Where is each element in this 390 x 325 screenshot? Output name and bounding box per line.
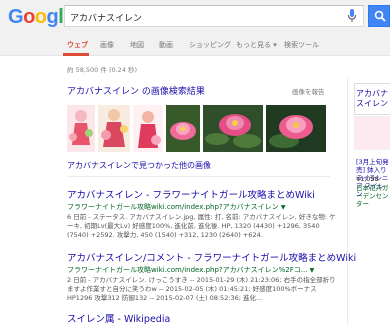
result-url: フラワーナイトガール攻略wiki.com/index.php?アカバナスイレン … — [67, 202, 342, 213]
result-url-text: フラワーナイトガール攻略wiki.com/index.php?アカバナスイレン — [67, 203, 279, 211]
knowledge-panel: アカバナスイレン [3月上旬発売] 鉢入り ライラシニア スイレン ¥1,058… — [347, 78, 390, 325]
section-divider — [67, 176, 330, 177]
result-stats: 約 58,500 件 (0.24 秒) — [67, 66, 138, 74]
tab-search-tools[interactable]: 検索ツール — [284, 40, 319, 50]
caret-down-icon[interactable]: ▼ — [310, 267, 315, 274]
search-button[interactable] — [368, 5, 390, 27]
caret-down-icon[interactable]: ▼ — [281, 204, 286, 211]
image-thumbnail[interactable] — [203, 105, 263, 152]
tab-more[interactable]: もっと見る ▾ — [236, 40, 277, 50]
result-title-link[interactable]: アカバナスイレン/コメント - フラワーナイトガール攻略まとめWiki — [67, 253, 356, 265]
knowledge-panel-title[interactable]: アカバナスイレン — [356, 89, 390, 109]
tab-shopping[interactable]: ショッピング — [189, 40, 231, 50]
search-result: スイレン属 - Wikipedia — [67, 314, 342, 325]
result-snippet: 6 日前 - ステータス. アカバナスイレン.jpg, 属性: 打, 名前: ア… — [67, 213, 336, 239]
result-url: フラワーナイトガール攻略wiki.com/index.php?アカバナスイレン%… — [67, 265, 342, 276]
search-input[interactable] — [65, 7, 335, 28]
result-url-text: フラワーナイトガール攻略wiki.com/index.php?アカバナスイレン%… — [67, 266, 308, 274]
active-tab-indicator — [63, 53, 89, 56]
microphone-icon[interactable] — [347, 9, 357, 23]
search-box — [64, 5, 364, 28]
result-snippet: 2 日前 - アカバナスイレン. けっこうすき -- 2015-01-29 (木… — [67, 276, 336, 302]
result-title-link[interactable]: スイレン属 - Wikipedia — [67, 314, 342, 325]
image-thumbnail[interactable] — [133, 105, 163, 152]
image-thumbnail[interactable] — [266, 105, 326, 152]
search-tabs: ウェブ 画像 地図 動画 ショッピング もっと見る ▾ 検索ツール — [0, 36, 390, 56]
product-image[interactable] — [354, 116, 390, 150]
more-images-link[interactable]: アカバナスイレンで見つかった他の画像 — [67, 160, 211, 171]
tab-web[interactable]: ウェブ — [67, 40, 88, 50]
search-result: アカバナスイレン - フラワーナイトガール攻略まとめWiki フラワーナイトガー… — [67, 190, 342, 240]
image-thumbnail[interactable] — [166, 105, 200, 152]
image-thumbnail[interactable] — [67, 105, 95, 152]
header-bar: Google ウェブ 画像 地図 動画 ショッピング もっと見る ▾ 検索ツール — [0, 0, 390, 56]
product-store: 日本花卉ガーデンセンター — [356, 184, 389, 208]
report-images-link[interactable]: 画像を報告 — [292, 86, 325, 96]
search-result: アカバナスイレン/コメント - フラワーナイトガール攻略まとめWiki フラワー… — [67, 253, 356, 303]
result-title-link[interactable]: アカバナスイレン - フラワーナイトガール攻略まとめWiki — [67, 190, 342, 202]
tab-videos[interactable]: 動画 — [159, 40, 173, 50]
image-results-heading[interactable]: アカバナスイレン の画像検索結果 — [67, 84, 205, 97]
image-thumbnail[interactable] — [98, 105, 130, 152]
tab-images[interactable]: 画像 — [100, 40, 114, 50]
search-icon — [374, 10, 386, 22]
product-price: ¥1,058 — [356, 175, 379, 183]
tab-maps[interactable]: 地図 — [130, 40, 144, 50]
